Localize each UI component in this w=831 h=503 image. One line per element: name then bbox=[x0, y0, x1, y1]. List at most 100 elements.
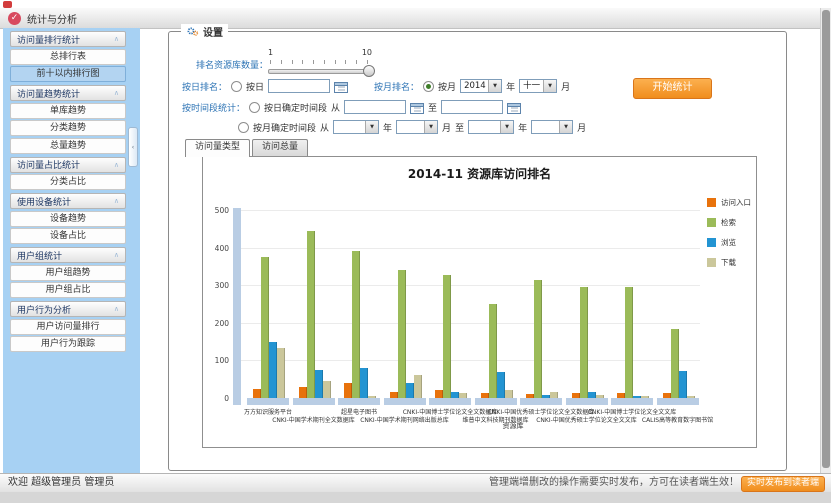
vertical-scrollbar[interactable] bbox=[820, 8, 831, 473]
year-select[interactable]: 2014▼ bbox=[460, 79, 502, 93]
calendar-icon[interactable] bbox=[334, 80, 348, 93]
from-year-select[interactable]: ▼ bbox=[333, 120, 379, 134]
calendar-icon[interactable] bbox=[410, 101, 424, 114]
legend-swatch-icon bbox=[707, 198, 716, 207]
to-month-select[interactable]: ▼ bbox=[531, 120, 573, 134]
sidebar-item[interactable]: 总量趋势 bbox=[10, 138, 126, 154]
chevron-down-icon[interactable]: ▼ bbox=[543, 80, 556, 92]
bar-访问入口 bbox=[435, 390, 443, 398]
slider-max-label: 10 bbox=[362, 48, 372, 57]
daily-date-input[interactable] bbox=[268, 79, 330, 93]
calendar-icon[interactable] bbox=[507, 101, 521, 114]
tab-visit-total[interactable]: 访问总量 bbox=[252, 139, 308, 156]
bar-下载 bbox=[505, 390, 513, 398]
sidebar-item[interactable]: 分类趋势 bbox=[10, 120, 126, 136]
bar-检索 bbox=[534, 280, 542, 398]
settings-legend: 设置 bbox=[181, 24, 228, 39]
year-unit-label: 年 bbox=[506, 80, 515, 93]
chevron-down-icon[interactable]: ▼ bbox=[559, 121, 572, 133]
chevron-down-icon[interactable]: ▼ bbox=[488, 80, 501, 92]
settings-legend-label: 设置 bbox=[203, 24, 223, 39]
sidebar-group-header[interactable]: 访问量排行统计∧ bbox=[10, 31, 126, 47]
bar-下载 bbox=[550, 392, 558, 398]
sidebar-group-header[interactable]: 用户行为分析∧ bbox=[10, 301, 126, 317]
bar-group-platform bbox=[338, 398, 380, 405]
bar-访问入口 bbox=[663, 393, 671, 398]
bar-group-platform bbox=[475, 398, 517, 405]
bar-下载 bbox=[459, 393, 467, 398]
rank-count-slider[interactable]: 1 10 bbox=[268, 50, 372, 78]
chevron-down-icon[interactable]: ▼ bbox=[365, 121, 378, 133]
sidebar-item[interactable]: 用户行为跟踪 bbox=[10, 336, 126, 352]
bar-浏览 bbox=[315, 370, 323, 398]
sidebar-group-label: 用户行为分析 bbox=[17, 303, 114, 316]
y-tick-label: 300 bbox=[203, 281, 229, 290]
to-label: 至 bbox=[455, 121, 464, 134]
sidebar-group-header[interactable]: 访问量占比统计∧ bbox=[10, 157, 126, 173]
legend-label: 访问入口 bbox=[721, 197, 751, 208]
to-label: 至 bbox=[428, 101, 437, 114]
app-window: ✓ 统计与分析 访问量排行统计∧总排行表前十以内排行图访问量趋势统计∧单库趋势分… bbox=[0, 0, 831, 503]
period-to-date-input[interactable] bbox=[441, 100, 503, 114]
bar-浏览 bbox=[360, 368, 368, 398]
period-day-label: 按日确定时间段 bbox=[264, 101, 327, 114]
sidebar-group-header[interactable]: 使用设备统计∧ bbox=[10, 193, 126, 209]
bar-访问入口 bbox=[253, 389, 261, 398]
sidebar-collapse-handle[interactable]: ‹ bbox=[128, 127, 138, 167]
slider-track[interactable] bbox=[268, 69, 372, 74]
from-label: 从 bbox=[320, 121, 329, 134]
to-year-select[interactable]: ▼ bbox=[468, 120, 514, 134]
monthly-rank-label: 按月排名： bbox=[374, 80, 419, 93]
chart-legend: 访问入口检索浏览下载 bbox=[707, 197, 751, 277]
chart-tabs: 访问量类型 访问总量 bbox=[185, 139, 308, 157]
sidebar-group-header[interactable]: 用户组统计∧ bbox=[10, 247, 126, 263]
rank-count-row: 排名资源库数量： bbox=[196, 58, 268, 71]
bar-下载 bbox=[277, 348, 285, 398]
bar-浏览 bbox=[679, 371, 687, 398]
bar-下载 bbox=[687, 396, 695, 398]
bar-浏览 bbox=[269, 342, 277, 398]
bar-group-platform bbox=[384, 398, 426, 405]
legend-item: 下载 bbox=[707, 257, 751, 268]
from-month-select[interactable]: ▼ bbox=[396, 120, 438, 134]
title-strip bbox=[0, 0, 831, 8]
sidebar-item[interactable]: 单库趋势 bbox=[10, 103, 126, 119]
start-statistics-button[interactable]: 开始统计 bbox=[633, 78, 712, 99]
sidebar-item[interactable]: 设备趋势 bbox=[10, 211, 126, 227]
bar-group-platform bbox=[657, 398, 699, 405]
publish-button[interactable]: 实时发布到读者端 bbox=[741, 476, 825, 492]
sidebar-group-header[interactable]: 访问量趋势统计∧ bbox=[10, 85, 126, 101]
welcome-text: 欢迎 超级管理员 管理员 bbox=[8, 474, 114, 492]
period-month-radio[interactable] bbox=[238, 122, 249, 133]
gear-icon bbox=[186, 26, 199, 37]
sidebar-item[interactable]: 用户组趋势 bbox=[10, 265, 126, 281]
x-category-label: CNKI-中国学术期刊网络出版总库 bbox=[360, 415, 449, 424]
scrollbar-thumb[interactable] bbox=[822, 10, 830, 468]
legend-item: 浏览 bbox=[707, 237, 751, 248]
period-month-label: 按月确定时间段 bbox=[253, 121, 316, 134]
x-category-label: CNKI-中国优秀硕士学位论文全文文库 bbox=[536, 415, 637, 424]
month-select[interactable]: 十一▼ bbox=[519, 79, 557, 93]
bar-浏览 bbox=[497, 372, 505, 398]
sidebar-item[interactable]: 分类占比 bbox=[10, 174, 126, 190]
chevron-down-icon[interactable]: ▼ bbox=[424, 121, 437, 133]
bar-group-platform bbox=[520, 398, 562, 405]
period-day-radio[interactable] bbox=[249, 102, 260, 113]
tab-visit-type[interactable]: 访问量类型 bbox=[185, 139, 250, 157]
chevron-down-icon[interactable]: ▼ bbox=[500, 121, 513, 133]
sidebar-item[interactable]: 用户组占比 bbox=[10, 282, 126, 298]
sidebar-item[interactable]: 前十以内排行图 bbox=[10, 66, 126, 82]
sidebar-item[interactable]: 总排行表 bbox=[10, 49, 126, 65]
daily-rank-radio[interactable] bbox=[231, 81, 242, 92]
bar-检索 bbox=[625, 287, 633, 398]
daily-radio-label: 按日 bbox=[246, 80, 264, 93]
slider-handle[interactable] bbox=[363, 65, 375, 77]
bar-访问入口 bbox=[526, 394, 534, 398]
bar-group-platform bbox=[611, 398, 653, 405]
period-from-date-input[interactable] bbox=[344, 100, 406, 114]
monthly-rank-radio[interactable] bbox=[423, 81, 434, 92]
publish-notice: 管理端增删改的操作需要实时发布，方可在读者端生效！ bbox=[489, 474, 739, 492]
sidebar-item[interactable]: 设备占比 bbox=[10, 228, 126, 244]
bar-访问入口 bbox=[572, 393, 580, 398]
sidebar-item[interactable]: 用户访问量排行 bbox=[10, 319, 126, 335]
